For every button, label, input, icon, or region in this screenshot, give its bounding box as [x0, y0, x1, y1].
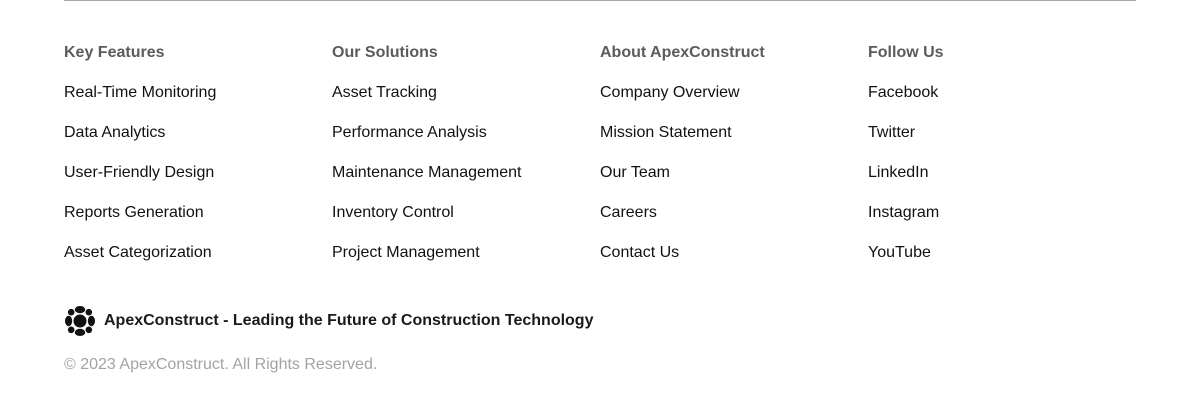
list-item: Our Team: [600, 163, 868, 203]
footer-link-asset-tracking[interactable]: Asset Tracking: [332, 84, 437, 101]
list-item: Performance Analysis: [332, 123, 600, 163]
footer-column-follow-us: Follow Us Facebook Twitter LinkedIn Inst…: [868, 43, 1136, 283]
apexconstruct-logo-icon: [64, 305, 96, 337]
link-list: Real-Time Monitoring Data Analytics User…: [64, 83, 332, 283]
list-item: Inventory Control: [332, 203, 600, 243]
list-item: Asset Tracking: [332, 83, 600, 123]
footer-link-data-analytics[interactable]: Data Analytics: [64, 124, 165, 141]
footer-link-project-management[interactable]: Project Management: [332, 244, 480, 261]
brand-tagline: ApexConstruct - Leading the Future of Co…: [104, 312, 594, 329]
list-item: Reports Generation: [64, 203, 332, 243]
footer-link-mission-statement[interactable]: Mission Statement: [600, 124, 732, 141]
footer-link-performance-analysis[interactable]: Performance Analysis: [332, 124, 487, 141]
footer-link-inventory-control[interactable]: Inventory Control: [332, 204, 454, 221]
list-item: Mission Statement: [600, 123, 868, 163]
footer-columns: Key Features Real-Time Monitoring Data A…: [64, 43, 1136, 283]
social-link-twitter[interactable]: Twitter: [868, 124, 915, 141]
column-heading: Our Solutions: [332, 44, 438, 61]
copyright-text: © 2023 ApexConstruct. All Rights Reserve…: [64, 356, 378, 373]
footer-top-divider: [64, 0, 1136, 1]
footer-link-asset-categorization[interactable]: Asset Categorization: [64, 244, 212, 261]
column-heading: About ApexConstruct: [600, 44, 765, 61]
footer-link-maintenance-management[interactable]: Maintenance Management: [332, 164, 521, 181]
footer-column-our-solutions: Our Solutions Asset Tracking Performance…: [332, 43, 600, 283]
footer-link-real-time-monitoring[interactable]: Real-Time Monitoring: [64, 84, 216, 101]
list-item: Real-Time Monitoring: [64, 83, 332, 123]
footer-link-user-friendly-design[interactable]: User-Friendly Design: [64, 164, 214, 181]
list-item: User-Friendly Design: [64, 163, 332, 203]
list-item: Company Overview: [600, 83, 868, 123]
list-item: Careers: [600, 203, 868, 243]
link-list: Facebook Twitter LinkedIn Instagram YouT…: [868, 83, 1136, 283]
social-link-linkedin[interactable]: LinkedIn: [868, 164, 929, 181]
list-item: YouTube: [868, 243, 1136, 283]
list-item: LinkedIn: [868, 163, 1136, 203]
footer-link-contact-us[interactable]: Contact Us: [600, 244, 679, 261]
list-item: Contact Us: [600, 243, 868, 283]
list-item: Facebook: [868, 83, 1136, 123]
footer-link-reports-generation[interactable]: Reports Generation: [64, 204, 204, 221]
list-item: Twitter: [868, 123, 1136, 163]
footer-column-about: About ApexConstruct Company Overview Mis…: [600, 43, 868, 283]
list-item: Asset Categorization: [64, 243, 332, 283]
social-link-youtube[interactable]: YouTube: [868, 244, 931, 261]
list-item: Maintenance Management: [332, 163, 600, 203]
footer-column-key-features: Key Features Real-Time Monitoring Data A…: [64, 43, 332, 283]
footer-link-our-team[interactable]: Our Team: [600, 164, 670, 181]
list-item: Data Analytics: [64, 123, 332, 163]
footer-brand: ApexConstruct - Leading the Future of Co…: [64, 305, 593, 337]
column-heading: Key Features: [64, 44, 165, 61]
social-link-instagram[interactable]: Instagram: [868, 204, 939, 221]
list-item: Instagram: [868, 203, 1136, 243]
footer-link-company-overview[interactable]: Company Overview: [600, 84, 740, 101]
social-link-facebook[interactable]: Facebook: [868, 84, 938, 101]
link-list: Company Overview Mission Statement Our T…: [600, 83, 868, 283]
link-list: Asset Tracking Performance Analysis Main…: [332, 83, 600, 283]
column-heading: Follow Us: [868, 44, 944, 61]
list-item: Project Management: [332, 243, 600, 283]
footer-link-careers[interactable]: Careers: [600, 204, 657, 221]
